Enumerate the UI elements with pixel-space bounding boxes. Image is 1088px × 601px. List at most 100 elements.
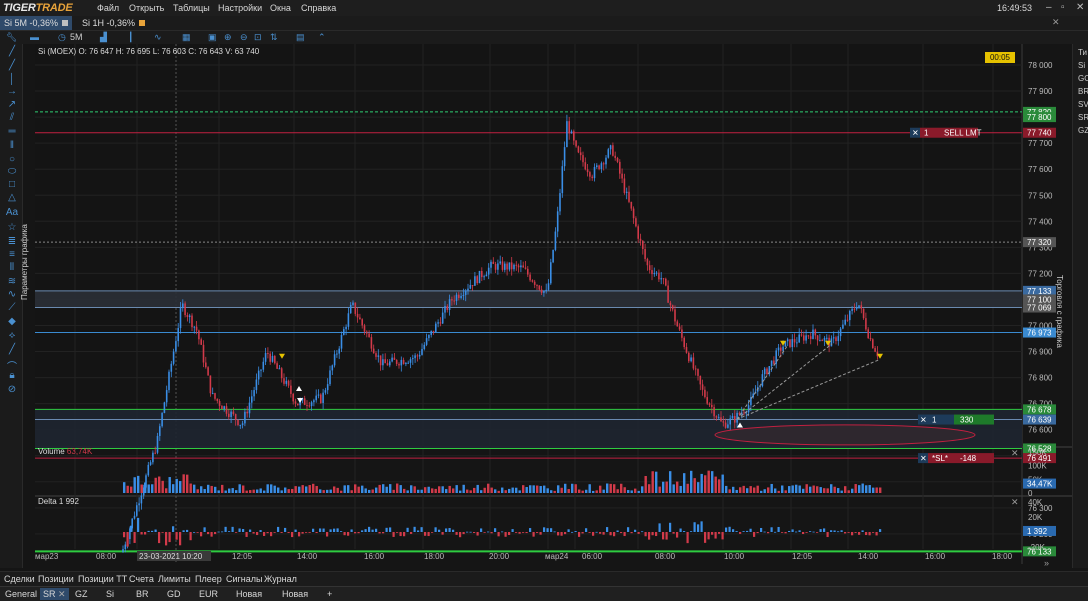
workspace-br[interactable]: BR xyxy=(136,589,149,599)
pitchfork-icon[interactable]: ≋ xyxy=(5,276,19,287)
menu-windows[interactable]: Окна xyxy=(270,3,291,13)
right-list-item[interactable]: Si xyxy=(1078,61,1085,70)
lock-icon[interactable]: 🔒︎ xyxy=(5,370,19,381)
channel-icon[interactable]: ⫽ xyxy=(5,112,19,123)
price-chart[interactable]: 78 000 77 900 77 800 77 700 77 600 77 500 77 4… xyxy=(22,44,1072,568)
menu-settings[interactable]: Настройки xyxy=(218,3,262,13)
tab-accounts[interactable]: Счета xyxy=(129,574,154,584)
minimize-icon[interactable]: ‒ xyxy=(1046,2,1052,13)
right-list-item[interactable]: GO xyxy=(1078,74,1088,83)
scroll-right-icon[interactable]: » xyxy=(1044,558,1049,568)
measure-icon[interactable]: ⟡ xyxy=(5,330,19,341)
ellipse-icon[interactable]: ⬭ xyxy=(5,166,19,177)
screenshot-icon[interactable]: ▣ xyxy=(208,32,217,43)
collapse-icon[interactable]: ⌃ xyxy=(318,32,326,43)
line-icon[interactable]: ╱ xyxy=(5,60,19,71)
folder-icon[interactable]: ▬ xyxy=(30,32,39,42)
text-icon[interactable]: Aa xyxy=(5,207,19,218)
tab-close-icon[interactable]: ✕ xyxy=(1052,17,1060,28)
circle-icon[interactable]: ○ xyxy=(5,154,19,165)
workspace-sr[interactable]: SR ✕ xyxy=(40,588,69,600)
workspace-gz[interactable]: GZ xyxy=(75,589,88,599)
tab-player[interactable]: Плеер xyxy=(195,574,222,584)
volume-bar xyxy=(581,490,584,493)
chart-type-icon[interactable]: ▟ xyxy=(100,32,107,43)
workspace-si[interactable]: Si xyxy=(106,589,114,599)
chart-trading-label[interactable]: Торговля с графика xyxy=(1055,275,1064,348)
delta-bar xyxy=(728,526,731,532)
candle-body xyxy=(175,341,177,352)
fib-levels-icon[interactable]: ≣ xyxy=(5,236,19,247)
rectangle-icon[interactable]: □ xyxy=(5,179,19,190)
tab-positions[interactable]: Позиции xyxy=(38,574,74,584)
right-list-item[interactable]: GZ xyxy=(1078,126,1088,135)
vlines-icon[interactable]: ‖ xyxy=(5,140,19,151)
vertical-line-icon[interactable]: │ xyxy=(5,74,19,85)
arrow-icon[interactable]: ↗ xyxy=(5,99,19,110)
volume-bar xyxy=(819,487,822,493)
fib-fan-icon[interactable]: ≡ xyxy=(5,249,19,260)
delta-bar xyxy=(858,532,861,535)
right-list-item[interactable]: SR xyxy=(1078,113,1088,122)
workspace-new-2[interactable]: Новая xyxy=(282,589,308,599)
delta-bar xyxy=(368,526,371,532)
timeframe-select[interactable]: 5M xyxy=(70,32,83,42)
workspace-general[interactable]: General xyxy=(5,589,37,599)
volume-bar xyxy=(294,486,297,493)
menu-help[interactable]: Справка xyxy=(301,3,336,13)
wave-icon[interactable]: ∿ xyxy=(5,289,19,300)
tab-si-5m[interactable]: Si 5M -0,36% xyxy=(0,16,73,30)
tab-trades[interactable]: Сделки xyxy=(4,574,35,584)
fit-icon[interactable]: ⊡ xyxy=(254,32,262,43)
clock-icon[interactable]: ◷ xyxy=(58,32,66,43)
candle-body xyxy=(872,339,874,349)
menu-tables[interactable]: Таблицы xyxy=(173,3,210,13)
indicators-icon[interactable]: ∿ xyxy=(154,32,162,43)
volume-bar xyxy=(613,484,616,493)
scale-icon[interactable]: ⇅ xyxy=(270,32,278,43)
maximize-icon[interactable]: ▫ xyxy=(1061,2,1065,13)
calendar-icon[interactable]: ▤ xyxy=(296,32,305,43)
volume-bar xyxy=(168,477,171,493)
bars-icon[interactable]: ┃ xyxy=(128,32,133,43)
candle-body xyxy=(607,149,610,158)
triangle-icon[interactable]: △ xyxy=(5,192,19,203)
tab-journal[interactable]: Журнал xyxy=(264,574,297,584)
cursor-icon[interactable]: ╱ xyxy=(5,46,19,57)
tab-positions-tt[interactable]: Позиции ТТ xyxy=(78,574,127,584)
layout-icon[interactable]: ▦ xyxy=(182,32,191,43)
wrench-icon[interactable]: 🔧︎ xyxy=(6,32,17,43)
brush-icon[interactable]: ◆ xyxy=(5,316,19,327)
workspace-new-1[interactable]: Новая xyxy=(236,589,262,599)
candle-body xyxy=(531,280,534,282)
volume-bar xyxy=(193,484,196,493)
delta-bar xyxy=(340,531,343,532)
menu-open[interactable]: Открыть xyxy=(129,3,164,13)
tab-limits[interactable]: Лимиты xyxy=(158,574,191,584)
star-icon[interactable]: ☆ xyxy=(5,222,19,233)
delta-bar xyxy=(354,532,357,534)
right-list-item[interactable]: BR xyxy=(1078,87,1088,96)
tab-si-1h[interactable]: Si 1H -0,36% xyxy=(78,16,149,30)
volume-close-icon[interactable]: ✕ xyxy=(1011,448,1019,459)
fib-time-icon[interactable]: ⦀ xyxy=(5,262,19,273)
workspace-gd[interactable]: GD xyxy=(167,589,181,599)
horizontal-ray-icon[interactable]: → xyxy=(5,86,19,97)
candle-body xyxy=(874,348,876,352)
candle-body xyxy=(662,278,665,280)
ruler-icon[interactable]: ╱ xyxy=(5,344,19,355)
workspace-eur[interactable]: EUR xyxy=(199,589,218,599)
zoom-out-icon[interactable]: ⊖ xyxy=(240,32,248,43)
zoom-in-icon[interactable]: ⊕ xyxy=(224,32,232,43)
trash-icon[interactable]: ⊘ xyxy=(5,384,19,395)
menu-file[interactable]: Файл xyxy=(97,3,119,13)
hlines-icon[interactable]: ═ xyxy=(5,126,19,137)
gann-icon[interactable]: ⟋ xyxy=(5,302,19,313)
right-list-item[interactable]: SV xyxy=(1078,100,1088,109)
add-workspace-button[interactable]: + xyxy=(327,589,332,599)
close-icon[interactable]: ✕ xyxy=(1076,2,1084,13)
candle-body xyxy=(623,178,626,193)
volume-bar xyxy=(214,486,217,493)
tab-signals[interactable]: Сигналы xyxy=(226,574,263,584)
delta-close-icon[interactable]: ✕ xyxy=(1011,497,1019,508)
